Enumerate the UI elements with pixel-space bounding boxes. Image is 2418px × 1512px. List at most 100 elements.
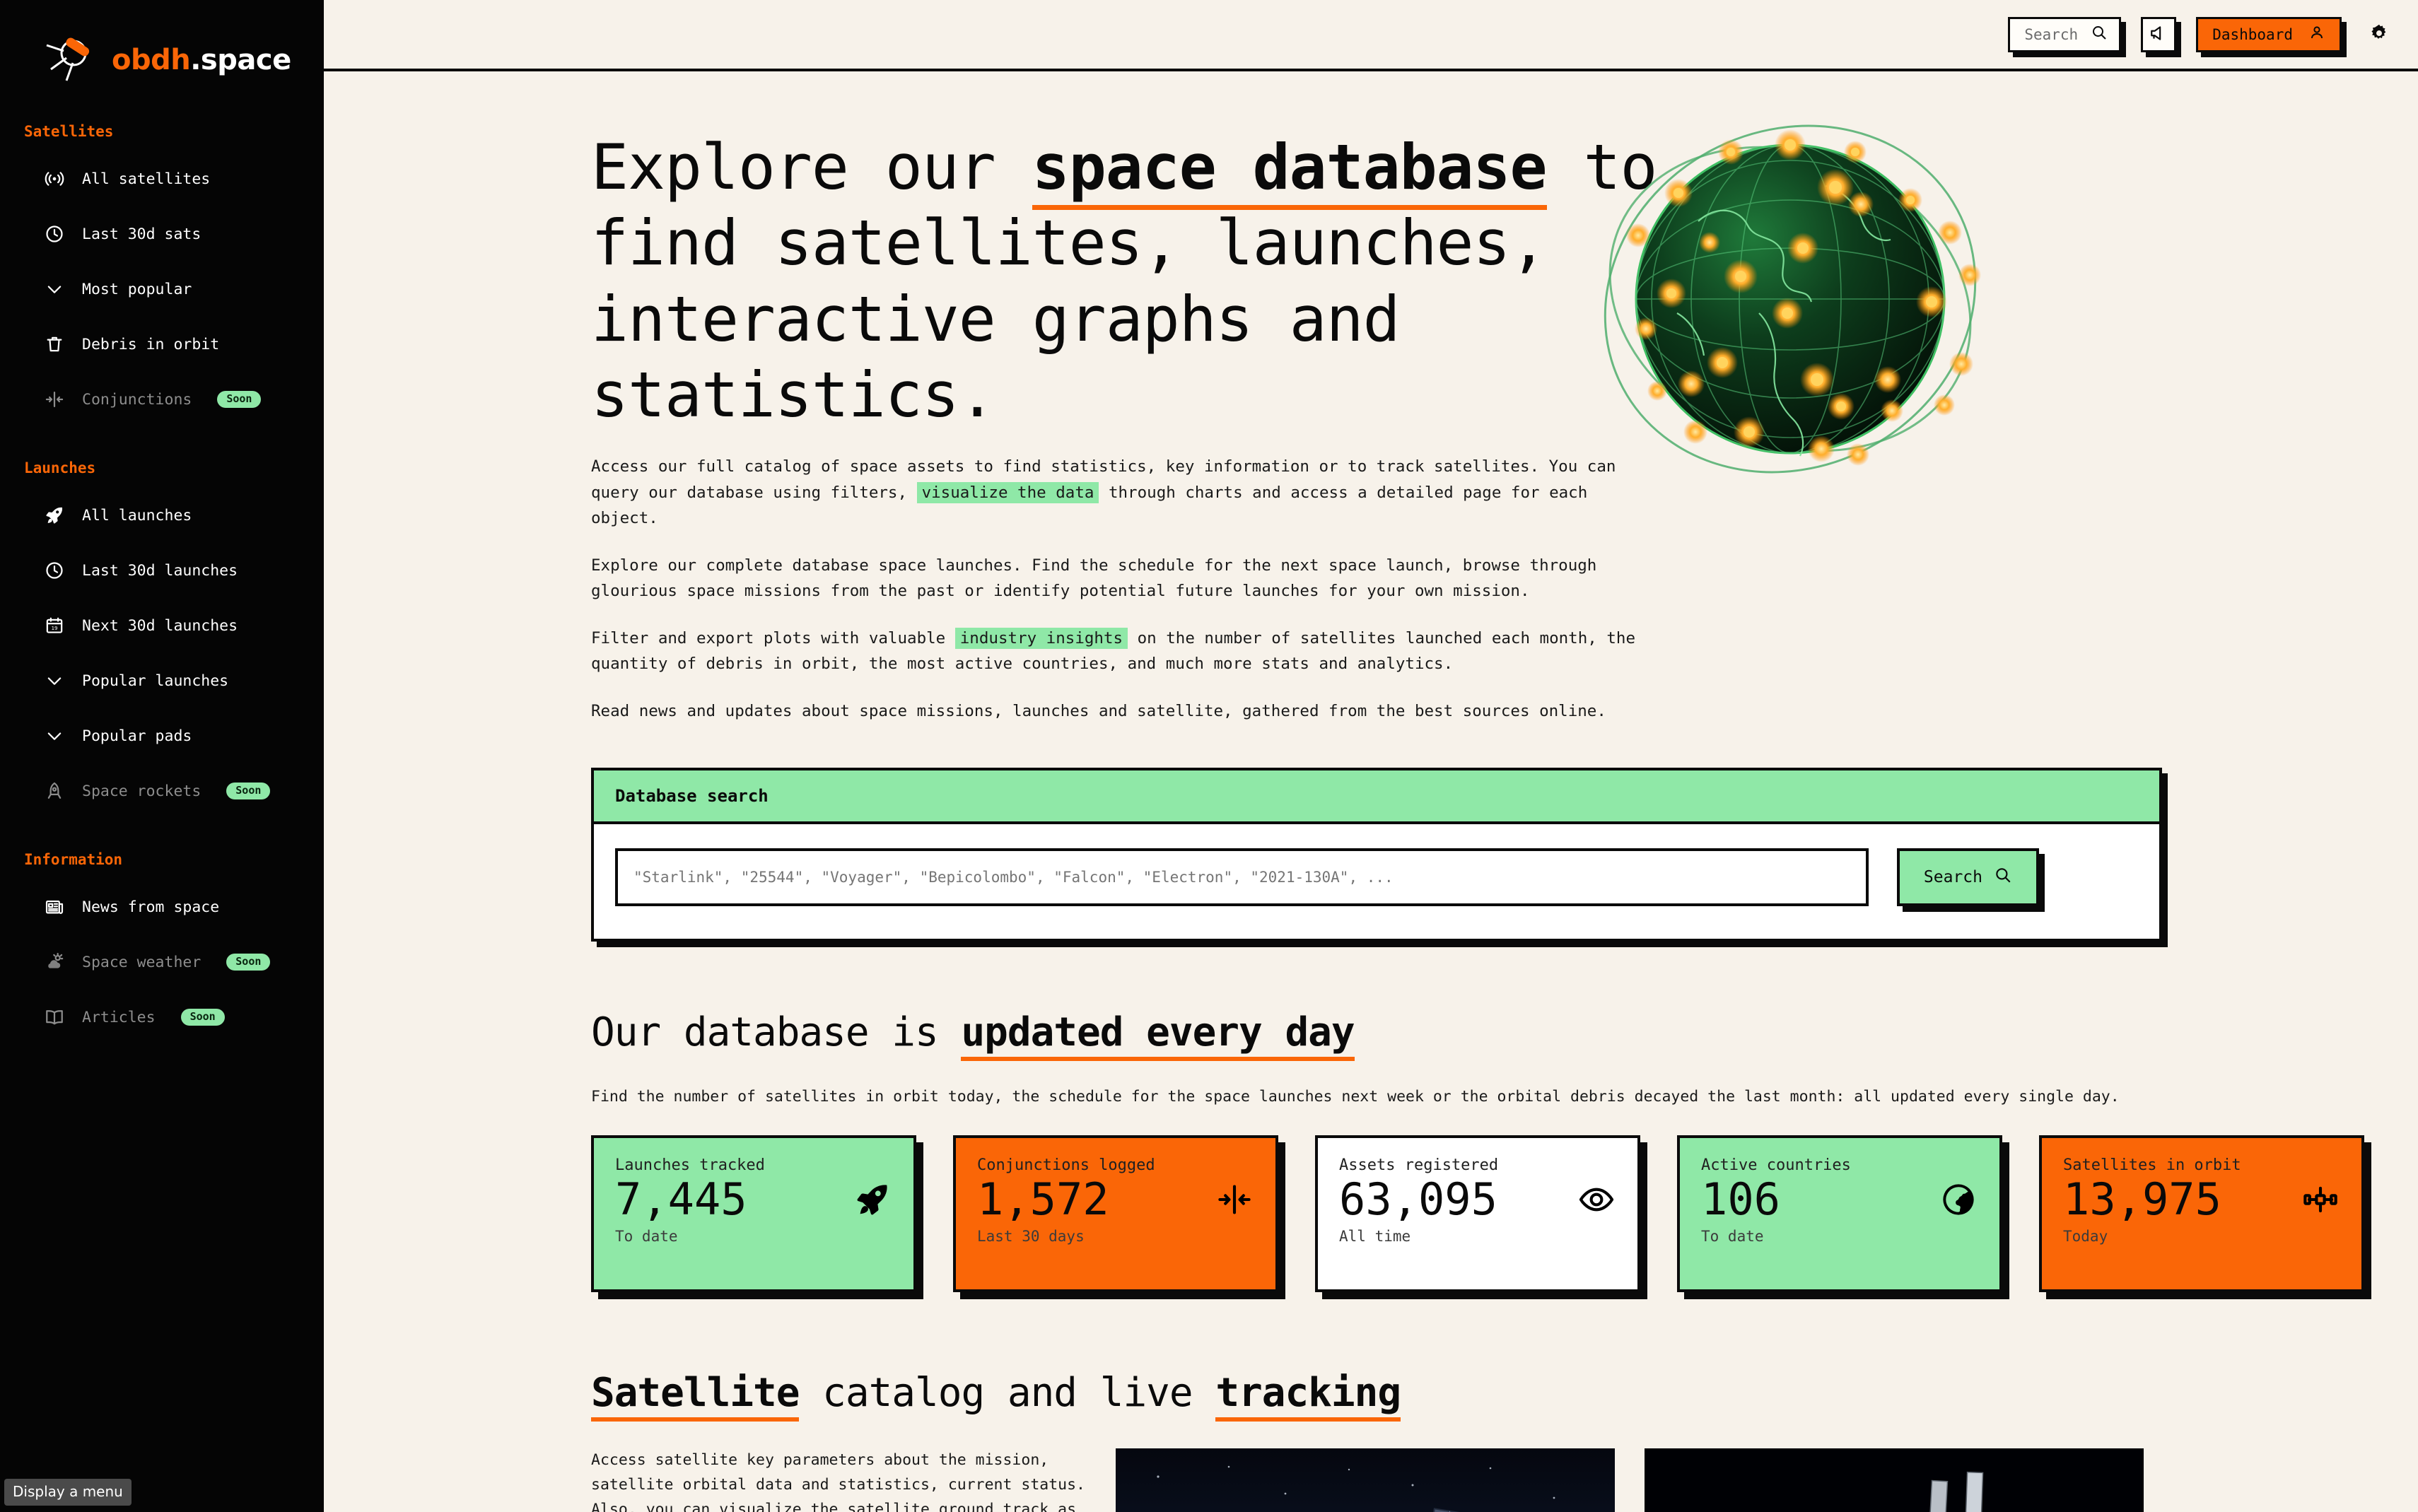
hero-title-highlight[interactable]: space database xyxy=(1032,131,1547,210)
search-button[interactable]: Search xyxy=(1896,848,2039,906)
sidebar-item-popular-pads[interactable]: Popular pads xyxy=(0,708,324,763)
stat-value-row: 7,445 xyxy=(615,1175,892,1224)
sidebar-item-articles[interactable]: Articles Soon xyxy=(0,990,324,1045)
database-search-card: Database search Search xyxy=(591,767,2168,947)
sidebar-item-all-satellites[interactable]: All satellites xyxy=(0,151,324,206)
settings-button[interactable] xyxy=(2364,17,2394,52)
stat-label: Conjunctions logged xyxy=(977,1156,1155,1174)
catalog-title-highlight-2: tracking xyxy=(1215,1369,1401,1422)
sidebar-item-label: Popular pads xyxy=(82,727,192,745)
stat-card-inner: Launches tracked 7,445 To date xyxy=(591,1135,916,1292)
dashboard-label: Dashboard xyxy=(2212,25,2293,43)
clock-icon xyxy=(44,223,65,245)
newspaper-icon xyxy=(44,896,65,918)
sidebar-item-label: Space rockets xyxy=(82,782,202,800)
stat-value: 106 xyxy=(1701,1173,1780,1225)
stat-sublabel: To date xyxy=(615,1228,678,1246)
rocket-small-icon xyxy=(44,780,65,802)
sidebar-section-title: Information xyxy=(24,851,123,868)
announcements-button[interactable] xyxy=(2141,16,2177,52)
stat-label: Launches tracked xyxy=(615,1156,765,1174)
sidebar-item-label: Next 30d launches xyxy=(82,616,238,635)
search-input[interactable] xyxy=(615,848,1869,906)
conjunction-icon xyxy=(1215,1180,1254,1219)
sidebar-item-label: Conjunctions xyxy=(82,390,192,409)
stat-card-inner: Assets registered 63,095 All time xyxy=(1315,1135,1640,1292)
announcements-wrapper xyxy=(2141,16,2182,57)
header-search-button[interactable]: Search xyxy=(2008,16,2122,52)
broadcast-icon xyxy=(44,168,65,189)
svg-text:19: 19 xyxy=(52,625,58,631)
stat-label: Active countries xyxy=(1701,1156,1851,1174)
sidebar-item-conjunctions[interactable]: Conjunctions Soon xyxy=(0,372,324,427)
updated-title-highlight: updated every day xyxy=(961,1009,1355,1061)
status-tooltip: Display a menu xyxy=(4,1479,132,1506)
stat-value-row: 13,975 xyxy=(2063,1173,2340,1225)
stat-card[interactable]: Conjunctions logged 1,572 Last 30 days xyxy=(953,1135,1285,1299)
stat-value: 1,572 xyxy=(977,1173,1109,1225)
sidebar-item-label: Last 30d sats xyxy=(82,225,202,243)
search-button-label: Search xyxy=(1923,867,1982,886)
magnifier-icon xyxy=(1994,866,2012,889)
sidebar-item-label: Most popular xyxy=(82,280,192,298)
sidebar-item-label: Popular launches xyxy=(82,672,229,690)
earth-satellites-globe xyxy=(1592,101,1988,497)
hero-paragraph: Explore our complete database space laun… xyxy=(591,556,1597,601)
sidebar-item-debris-in-orbit[interactable]: Debris in orbit xyxy=(0,317,324,372)
sidebar-section-title: Launches xyxy=(24,459,96,476)
top-header: Search Dashboard xyxy=(324,0,2418,71)
clock-icon xyxy=(44,560,65,581)
sidebar-item-space-weather[interactable]: Space weather Soon xyxy=(0,934,324,990)
stat-value-row: 1,572 xyxy=(977,1173,1254,1225)
sidebar-item-all-launches[interactable]: All launches xyxy=(0,488,324,543)
database-search-button-wrapper: Search xyxy=(1896,848,2045,912)
dashboard-wrapper: Dashboard xyxy=(2196,16,2347,57)
rocket-icon xyxy=(853,1180,892,1219)
hero-paragraph: Filter and export plots with valuable in… xyxy=(591,627,1636,674)
catalog-text: Access satellite key parameters about th… xyxy=(591,1448,1086,1512)
sidebar-item-label: Articles xyxy=(82,1008,156,1026)
catalog-section-title: Satellite catalog and live tracking xyxy=(591,1369,2418,1422)
stat-value: 63,095 xyxy=(1339,1173,1497,1225)
dashboard-button[interactable]: Dashboard xyxy=(2196,16,2342,52)
soon-badge: Soon xyxy=(180,1009,225,1026)
stat-sublabel: Last 30 days xyxy=(977,1228,1085,1246)
conjunction-icon xyxy=(44,389,65,410)
iss-solar-arrays-over-earth[interactable] xyxy=(1645,1448,2144,1512)
soon-badge: Soon xyxy=(226,954,271,971)
stat-sublabel: All time xyxy=(1339,1228,1411,1246)
stat-card[interactable]: Satellites in orbit 13,975 Today xyxy=(2039,1135,2371,1299)
stat-sublabel: Today xyxy=(2063,1228,2108,1246)
calendar-icon: 19 xyxy=(44,615,65,636)
stat-card[interactable]: Launches tracked 7,445 To date xyxy=(591,1135,923,1299)
sidebar-item-space-rockets[interactable]: Space rockets Soon xyxy=(0,763,324,819)
header-search-wrapper: Search xyxy=(2008,16,2127,57)
stat-card[interactable]: Active countries 106 To date xyxy=(1677,1135,2009,1299)
sidebar-item-popular-launches[interactable]: Popular launches xyxy=(0,653,324,708)
sidebar-item-label: All satellites xyxy=(82,170,211,188)
sidebar-item-most-popular[interactable]: Most popular xyxy=(0,262,324,317)
sidebar-item-next-30d-launches[interactable]: 19 Next 30d launches xyxy=(0,598,324,653)
sidebar-item-label: All launches xyxy=(82,506,192,524)
soon-badge: Soon xyxy=(226,783,271,799)
catalog-paragraph-1: Access satellite key parameters about th… xyxy=(591,1451,1085,1512)
updated-section-title: Our database is updated every day xyxy=(591,1009,2418,1061)
satellite-icon xyxy=(2301,1180,2340,1219)
globe-icon xyxy=(1939,1180,1978,1219)
satellite-solar-panel-over-earth[interactable] xyxy=(1116,1448,1615,1512)
sidebar-item-last-30d-sats[interactable]: Last 30d sats xyxy=(0,206,324,262)
hero-paragraphs: Access our full catalog of space assets … xyxy=(591,454,2418,724)
stat-sublabel: To date xyxy=(1701,1228,1764,1246)
sidebar-item-news-from-space[interactable]: News from space xyxy=(0,879,324,934)
stat-value: 13,975 xyxy=(2063,1173,2221,1225)
sidebar-section-title: Satellites xyxy=(24,123,114,140)
sidebar-item-last-30d-launches[interactable]: Last 30d launches xyxy=(0,543,324,598)
database-search-heading: Database search xyxy=(591,767,2162,821)
page-title: Explore our space database to find satel… xyxy=(591,131,1657,432)
stat-card[interactable]: Assets registered 63,095 All time xyxy=(1315,1135,1647,1299)
brand-logo-link[interactable]: obdh.space xyxy=(0,0,324,90)
sidebar: obdh.space Satellites All satellites Last … xyxy=(0,0,324,1512)
stat-card-inner: Conjunctions logged 1,572 Last 30 days xyxy=(953,1135,1278,1292)
database-search-body: Search xyxy=(591,821,2162,942)
stat-card-inner: Active countries 106 To date xyxy=(1677,1135,2002,1292)
